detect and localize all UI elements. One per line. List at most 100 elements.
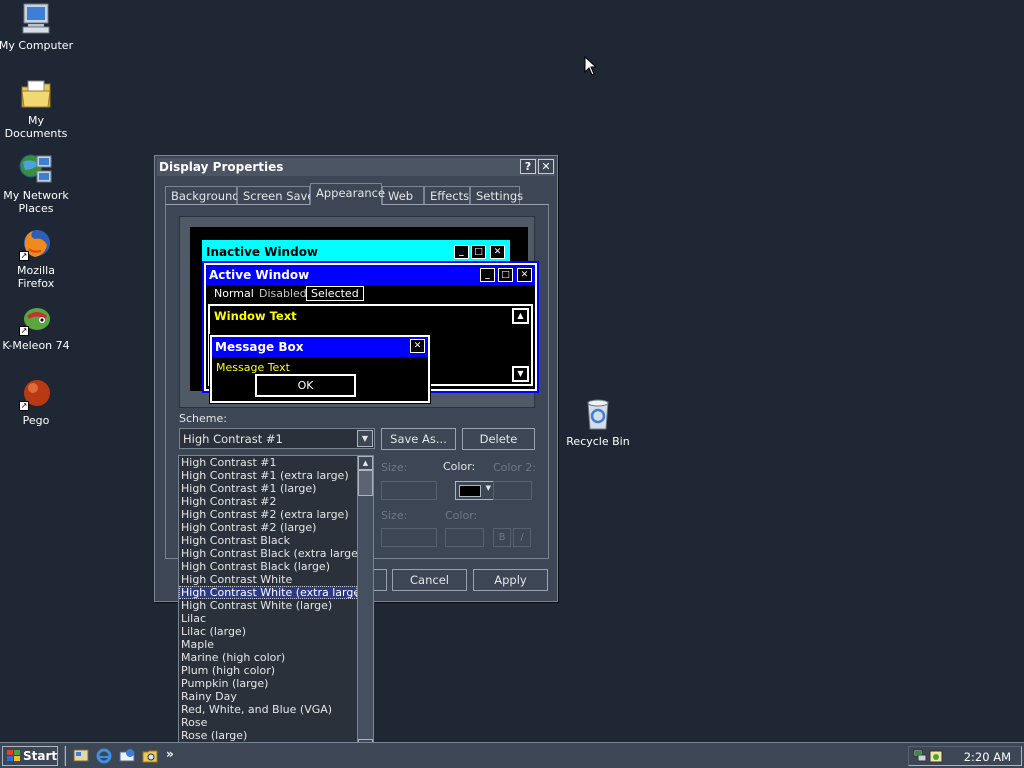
save-as-button[interactable]: Save As... <box>381 428 456 450</box>
scheme-list-item[interactable]: Rainy Day <box>179 690 357 703</box>
delete-button[interactable]: Delete <box>462 428 535 450</box>
scheme-list-item[interactable]: Lilac <box>179 612 357 625</box>
internet-explorer-icon[interactable] <box>96 748 112 764</box>
active-window-title: Active Window <box>209 268 310 282</box>
help-button[interactable]: ? <box>520 159 536 174</box>
scheme-list-item[interactable]: High Contrast #1 (extra large) <box>179 469 357 482</box>
color2-label: Color 2: <box>493 461 536 474</box>
scheme-list-item[interactable]: Maple <box>179 638 357 651</box>
scheme-list-item[interactable]: Pumpkin (large) <box>179 677 357 690</box>
mouse-cursor-icon <box>584 55 598 79</box>
bold-button: B <box>493 528 511 547</box>
close-icon: ✕ <box>410 339 425 353</box>
desktop-icon-my-documents[interactable]: My Documents <box>0 77 74 140</box>
tab-appearance[interactable]: Appearance <box>310 183 385 205</box>
shortcut-arrow-icon: ↗ <box>19 401 29 411</box>
quicklaunch-divider <box>64 746 66 766</box>
k-meleon-icon: ↗ <box>19 302 53 336</box>
desktop-icon-my-computer[interactable]: My Computer <box>0 2 74 52</box>
scheme-list-item[interactable]: Plum (high color) <box>179 664 357 677</box>
quicklaunch-chevron-icon[interactable]: » <box>166 747 174 761</box>
maximize-icon: □ <box>498 268 513 282</box>
taskbar-clock[interactable]: 2:20 AM <box>964 750 1011 764</box>
shortcut-arrow-icon: ↗ <box>19 251 29 261</box>
scheme-list-item[interactable]: High Contrast Black (extra large) <box>179 547 357 560</box>
scroll-thumb[interactable] <box>358 470 373 496</box>
network-icon <box>19 152 53 186</box>
desktop-icon-label: My Documents <box>4 114 68 140</box>
scroll-up-icon: ▲ <box>512 308 529 324</box>
network-tray-icon[interactable] <box>913 749 927 763</box>
show-desktop-icon[interactable] <box>73 748 89 764</box>
scheme-combo[interactable]: High Contrast #1 ▼ <box>179 428 375 449</box>
size-label: Size: <box>381 461 408 474</box>
desktop-icon-label: My Network Places <box>3 189 69 215</box>
preview-background: Inactive Window _ □ ✕ Active Window _ □ … <box>190 227 539 404</box>
chevron-down-icon[interactable]: ▼ <box>357 430 373 447</box>
menu-normal: Normal <box>214 287 254 300</box>
desktop-icon-pego[interactable]: ↗ Pego <box>0 377 74 427</box>
tab-web[interactable]: Web <box>382 186 424 205</box>
scheme-list-item[interactable]: High Contrast Black <box>179 534 357 547</box>
tab-screen-saver[interactable]: Screen Saver <box>237 186 319 205</box>
dialog-titlebar[interactable]: Display Properties ? ✕ <box>157 158 555 176</box>
close-button[interactable]: ✕ <box>538 159 554 174</box>
scheme-list-item[interactable]: Red, White, and Blue (VGA) <box>179 703 357 716</box>
desktop-icon-recycle-bin[interactable]: Recycle Bin <box>560 398 636 448</box>
scroll-down-icon: ▼ <box>512 366 529 382</box>
preview-inactive-window[interactable]: Inactive Window _ □ ✕ <box>202 240 510 264</box>
scroll-up-icon[interactable]: ▲ <box>358 456 373 470</box>
scheme-list-item[interactable]: High Contrast Black (large) <box>179 560 357 573</box>
tab-effects[interactable]: Effects <box>424 186 470 205</box>
outlook-express-icon[interactable] <box>119 748 135 764</box>
preview-menu-bar: Normal Disabled Selected <box>206 285 535 303</box>
color-swatch <box>459 485 481 497</box>
scheme-list-item[interactable]: High Contrast White (large) <box>179 599 357 612</box>
scheme-list-item[interactable]: Rose <box>179 716 357 729</box>
color-label: Color: <box>443 460 476 473</box>
scheme-list-item[interactable]: Lilac (large) <box>179 625 357 638</box>
desktop-icon-label: Mozilla Firefox <box>17 264 55 290</box>
scheme-list-item[interactable]: Marine (high color) <box>179 651 357 664</box>
scheme-list-item[interactable]: High Contrast #1 (large) <box>179 482 357 495</box>
window-text: Window Text <box>214 309 297 323</box>
scheme-list-item[interactable]: High Contrast White <box>179 573 357 586</box>
maximize-icon: □ <box>471 245 486 259</box>
desktop-icon-label: Pego <box>22 414 50 427</box>
preview-message-box[interactable]: Message Box ✕ Message Text OK <box>209 334 431 404</box>
dropdown-scrollbar[interactable]: ▲ ▼ <box>357 456 373 753</box>
scheme-list-item[interactable]: High Contrast #2 (extra large) <box>179 508 357 521</box>
scheme-preview[interactable]: Inactive Window _ □ ✕ Active Window _ □ … <box>179 216 539 408</box>
cancel-button[interactable]: Cancel <box>392 569 467 591</box>
tab-settings[interactable]: Settings <box>470 186 523 205</box>
desktop-icon-k-meleon[interactable]: ↗ K-Meleon 74 <box>0 302 74 352</box>
computer-icon <box>19 2 53 36</box>
folder-search-icon[interactable] <box>142 748 158 764</box>
tab-background[interactable]: Background <box>165 186 240 205</box>
scheme-dropdown-list[interactable]: High Contrast #1 High Contrast #1 (extra … <box>178 455 374 754</box>
firefox-icon: ↗ <box>19 227 53 261</box>
scheme-list-item[interactable]: High Contrast White (extra large) <box>179 586 357 599</box>
apply-button[interactable]: Apply <box>473 569 548 591</box>
item-color-picker[interactable]: ▼ <box>455 481 494 500</box>
item-size-spinner <box>381 481 437 500</box>
scheduler-tray-icon[interactable] <box>929 749 943 763</box>
start-label: Start <box>23 749 58 763</box>
scheme-list-item[interactable]: High Contrast #1 <box>179 456 357 469</box>
desktop-icon-mozilla-firefox[interactable]: ↗ Mozilla Firefox <box>0 227 74 290</box>
inactive-window-title: Inactive Window <box>206 245 319 259</box>
desktop-icon-label: My Computer <box>0 39 74 52</box>
close-icon: ✕ <box>490 245 505 259</box>
start-button[interactable]: Start <box>2 746 58 766</box>
system-tray: 2:20 AM <box>908 746 1022 766</box>
color2-picker <box>493 481 532 500</box>
taskbar: Start » 2:20 AM <box>0 742 1024 768</box>
windows-logo-icon <box>7 750 20 761</box>
italic-button: / <box>513 528 531 547</box>
desktop-icon-my-network-places[interactable]: My Network Places <box>0 152 74 215</box>
font-color-label: Color: <box>445 509 478 522</box>
active-window-titlebar: Active Window _ □ ✕ <box>206 265 535 285</box>
scheme-list-item[interactable]: High Contrast #2 <box>179 495 357 508</box>
scheme-list-item[interactable]: Rose (large) <box>179 729 357 742</box>
scheme-list-item[interactable]: High Contrast #2 (large) <box>179 521 357 534</box>
